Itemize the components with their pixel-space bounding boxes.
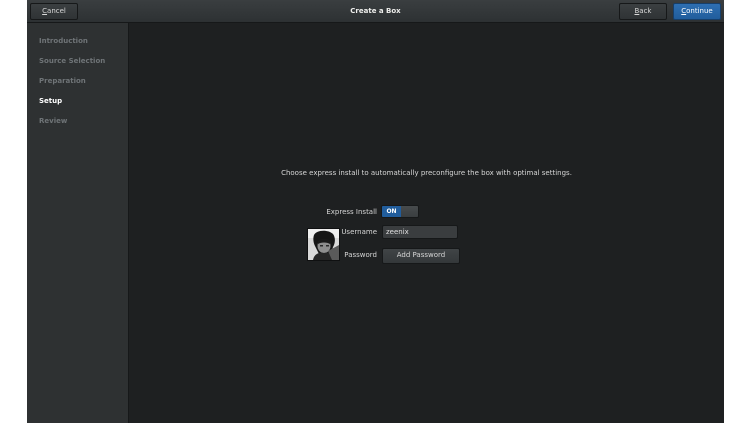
cancel-label: ancel bbox=[47, 7, 66, 15]
step-review: Review bbox=[39, 117, 68, 125]
continue-button[interactable]: Continue bbox=[673, 3, 721, 20]
express-install-label: Express Install bbox=[326, 208, 377, 216]
setup-page: Choose express install to automatically … bbox=[129, 23, 724, 423]
username-label: Username bbox=[341, 228, 377, 236]
create-box-window: Cancel Create a Box Back Continue Introd… bbox=[27, 0, 724, 423]
back-label: ack bbox=[639, 7, 652, 15]
step-setup: Setup bbox=[39, 97, 63, 105]
continue-label: ontinue bbox=[686, 7, 713, 15]
back-button[interactable]: Back bbox=[619, 3, 667, 20]
cancel-button[interactable]: Cancel bbox=[30, 3, 78, 20]
wizard-steps-sidebar: Introduction Source Selection Preparatio… bbox=[27, 23, 129, 423]
username-input[interactable] bbox=[382, 225, 458, 239]
password-label: Password bbox=[344, 251, 377, 259]
express-install-switch[interactable]: ON bbox=[381, 205, 419, 218]
header-bar: Cancel Create a Box Back Continue bbox=[27, 0, 724, 23]
switch-on-label: ON bbox=[382, 206, 401, 217]
step-preparation: Preparation bbox=[39, 77, 86, 85]
express-install-hint: Choose express install to automatically … bbox=[281, 169, 572, 177]
add-password-button[interactable]: Add Password bbox=[382, 248, 460, 264]
step-introduction: Introduction bbox=[39, 37, 88, 45]
switch-knob bbox=[401, 206, 418, 217]
step-source-selection: Source Selection bbox=[39, 57, 106, 65]
